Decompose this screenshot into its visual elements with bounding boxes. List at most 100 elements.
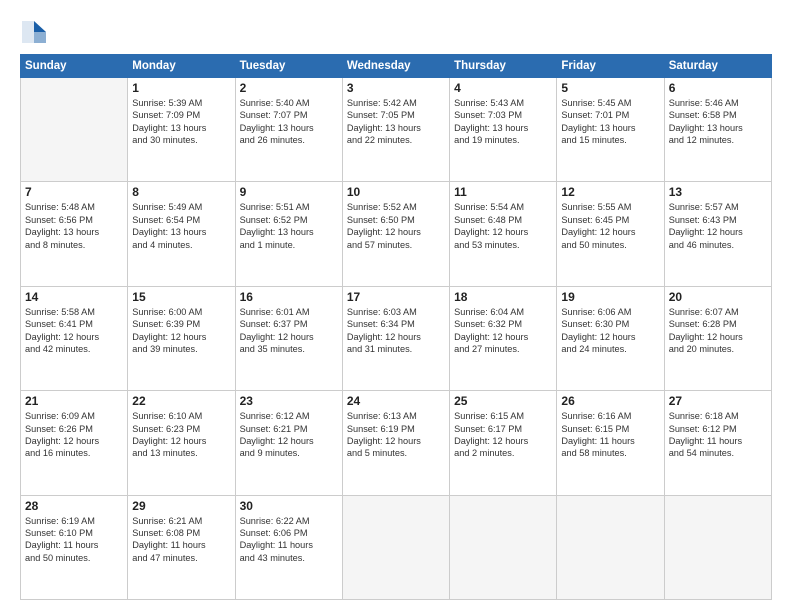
day-number: 3 <box>347 81 445 95</box>
calendar-cell <box>21 78 128 182</box>
day-number: 12 <box>561 185 659 199</box>
day-number: 24 <box>347 394 445 408</box>
day-info: Sunrise: 6:01 AM Sunset: 6:37 PM Dayligh… <box>240 306 338 356</box>
day-info: Sunrise: 5:48 AM Sunset: 6:56 PM Dayligh… <box>25 201 123 251</box>
calendar-header-monday: Monday <box>128 55 235 78</box>
calendar-cell: 27 Sunrise: 6:18 AM Sunset: 6:12 PM Dayli… <box>664 391 771 495</box>
day-number: 28 <box>25 499 123 513</box>
calendar-cell: 4Sunrise: 5:43 AM Sunset: 7:03 PM Daylig… <box>450 78 557 182</box>
day-info: Sunrise: 5:45 AM Sunset: 7:01 PM Dayligh… <box>561 97 659 147</box>
calendar-header-row: SundayMondayTuesdayWednesdayThursdayFrid… <box>21 55 772 78</box>
day-info: Sunrise: 6:16 AM Sunset: 6:15 PM Dayligh… <box>561 410 659 460</box>
calendar-header-thursday: Thursday <box>450 55 557 78</box>
day-number: 11 <box>454 185 552 199</box>
day-info: Sunrise: 6:21 AM Sunset: 6:08 PM Dayligh… <box>132 515 230 565</box>
day-number: 4 <box>454 81 552 95</box>
calendar-cell: 13 Sunrise: 5:57 AM Sunset: 6:43 PM Dayli… <box>664 182 771 286</box>
day-number: 26 <box>561 394 659 408</box>
day-number: 15 <box>132 290 230 304</box>
day-number: 18 <box>454 290 552 304</box>
day-info: Sunrise: 5:54 AM Sunset: 6:48 PM Dayligh… <box>454 201 552 251</box>
calendar-cell: 20 Sunrise: 6:07 AM Sunset: 6:28 PM Dayli… <box>664 286 771 390</box>
calendar-header-friday: Friday <box>557 55 664 78</box>
calendar-week-row: 14Sunrise: 5:58 AM Sunset: 6:41 PM Dayli… <box>21 286 772 390</box>
calendar-cell: 10 Sunrise: 5:52 AM Sunset: 6:50 PM Dayli… <box>342 182 449 286</box>
calendar-week-row: 28 Sunrise: 6:19 AM Sunset: 6:10 PM Dayli… <box>21 495 772 599</box>
day-number: 16 <box>240 290 338 304</box>
day-info: Sunrise: 5:58 AM Sunset: 6:41 PM Dayligh… <box>25 306 123 356</box>
day-number: 30 <box>240 499 338 513</box>
calendar-cell: 17 Sunrise: 6:03 AM Sunset: 6:34 PM Dayli… <box>342 286 449 390</box>
calendar-cell: 28 Sunrise: 6:19 AM Sunset: 6:10 PM Dayli… <box>21 495 128 599</box>
day-number: 2 <box>240 81 338 95</box>
day-number: 19 <box>561 290 659 304</box>
day-info: Sunrise: 6:15 AM Sunset: 6:17 PM Dayligh… <box>454 410 552 460</box>
calendar-cell: 26 Sunrise: 6:16 AM Sunset: 6:15 PM Dayli… <box>557 391 664 495</box>
calendar-cell: 9 Sunrise: 5:51 AM Sunset: 6:52 PM Daylig… <box>235 182 342 286</box>
day-number: 27 <box>669 394 767 408</box>
calendar-cell <box>450 495 557 599</box>
calendar-cell: 22Sunrise: 6:10 AM Sunset: 6:23 PM Dayli… <box>128 391 235 495</box>
logo-icon <box>20 18 48 46</box>
calendar-cell: 30Sunrise: 6:22 AM Sunset: 6:06 PM Dayli… <box>235 495 342 599</box>
day-info: Sunrise: 5:49 AM Sunset: 6:54 PM Dayligh… <box>132 201 230 251</box>
calendar-cell: 21 Sunrise: 6:09 AM Sunset: 6:26 PM Dayli… <box>21 391 128 495</box>
day-info: Sunrise: 6:07 AM Sunset: 6:28 PM Dayligh… <box>669 306 767 356</box>
calendar-week-row: 21 Sunrise: 6:09 AM Sunset: 6:26 PM Dayli… <box>21 391 772 495</box>
calendar-cell: 24 Sunrise: 6:13 AM Sunset: 6:19 PM Dayli… <box>342 391 449 495</box>
day-info: Sunrise: 5:55 AM Sunset: 6:45 PM Dayligh… <box>561 201 659 251</box>
logo <box>20 18 52 46</box>
calendar-cell: 19 Sunrise: 6:06 AM Sunset: 6:30 PM Dayli… <box>557 286 664 390</box>
day-info: Sunrise: 5:46 AM Sunset: 6:58 PM Dayligh… <box>669 97 767 147</box>
page: SundayMondayTuesdayWednesdayThursdayFrid… <box>0 0 792 612</box>
calendar-cell: 7 Sunrise: 5:48 AM Sunset: 6:56 PM Daylig… <box>21 182 128 286</box>
calendar-cell: 12 Sunrise: 5:55 AM Sunset: 6:45 PM Dayli… <box>557 182 664 286</box>
day-info: Sunrise: 5:42 AM Sunset: 7:05 PM Dayligh… <box>347 97 445 147</box>
calendar-header-saturday: Saturday <box>664 55 771 78</box>
calendar-header-wednesday: Wednesday <box>342 55 449 78</box>
calendar-cell: 5 Sunrise: 5:45 AM Sunset: 7:01 PM Daylig… <box>557 78 664 182</box>
day-info: Sunrise: 6:06 AM Sunset: 6:30 PM Dayligh… <box>561 306 659 356</box>
day-number: 17 <box>347 290 445 304</box>
day-number: 23 <box>240 394 338 408</box>
day-number: 6 <box>669 81 767 95</box>
calendar-week-row: 7 Sunrise: 5:48 AM Sunset: 6:56 PM Daylig… <box>21 182 772 286</box>
day-number: 20 <box>669 290 767 304</box>
day-number: 1 <box>132 81 230 95</box>
day-info: Sunrise: 6:19 AM Sunset: 6:10 PM Dayligh… <box>25 515 123 565</box>
calendar-cell <box>557 495 664 599</box>
day-info: Sunrise: 6:09 AM Sunset: 6:26 PM Dayligh… <box>25 410 123 460</box>
calendar-cell: 3 Sunrise: 5:42 AM Sunset: 7:05 PM Daylig… <box>342 78 449 182</box>
day-info: Sunrise: 6:00 AM Sunset: 6:39 PM Dayligh… <box>132 306 230 356</box>
calendar-cell: 2 Sunrise: 5:40 AM Sunset: 7:07 PM Daylig… <box>235 78 342 182</box>
calendar: SundayMondayTuesdayWednesdayThursdayFrid… <box>20 54 772 600</box>
day-number: 10 <box>347 185 445 199</box>
calendar-cell <box>664 495 771 599</box>
calendar-cell <box>342 495 449 599</box>
day-info: Sunrise: 6:13 AM Sunset: 6:19 PM Dayligh… <box>347 410 445 460</box>
calendar-header-sunday: Sunday <box>21 55 128 78</box>
calendar-cell: 18Sunrise: 6:04 AM Sunset: 6:32 PM Dayli… <box>450 286 557 390</box>
day-number: 9 <box>240 185 338 199</box>
day-number: 21 <box>25 394 123 408</box>
day-number: 25 <box>454 394 552 408</box>
calendar-cell: 16 Sunrise: 6:01 AM Sunset: 6:37 PM Dayli… <box>235 286 342 390</box>
day-number: 5 <box>561 81 659 95</box>
calendar-cell: 25 Sunrise: 6:15 AM Sunset: 6:17 PM Dayli… <box>450 391 557 495</box>
day-info: Sunrise: 6:18 AM Sunset: 6:12 PM Dayligh… <box>669 410 767 460</box>
day-info: Sunrise: 5:40 AM Sunset: 7:07 PM Dayligh… <box>240 97 338 147</box>
day-info: Sunrise: 5:39 AM Sunset: 7:09 PM Dayligh… <box>132 97 230 147</box>
day-number: 29 <box>132 499 230 513</box>
day-info: Sunrise: 5:57 AM Sunset: 6:43 PM Dayligh… <box>669 201 767 251</box>
day-number: 13 <box>669 185 767 199</box>
day-info: Sunrise: 5:51 AM Sunset: 6:52 PM Dayligh… <box>240 201 338 251</box>
calendar-cell: 1 Sunrise: 5:39 AM Sunset: 7:09 PM Daylig… <box>128 78 235 182</box>
day-info: Sunrise: 6:12 AM Sunset: 6:21 PM Dayligh… <box>240 410 338 460</box>
day-info: Sunrise: 5:52 AM Sunset: 6:50 PM Dayligh… <box>347 201 445 251</box>
day-info: Sunrise: 6:03 AM Sunset: 6:34 PM Dayligh… <box>347 306 445 356</box>
calendar-header-tuesday: Tuesday <box>235 55 342 78</box>
calendar-cell: 15 Sunrise: 6:00 AM Sunset: 6:39 PM Dayli… <box>128 286 235 390</box>
day-number: 7 <box>25 185 123 199</box>
calendar-cell: 6 Sunrise: 5:46 AM Sunset: 6:58 PM Daylig… <box>664 78 771 182</box>
calendar-week-row: 1 Sunrise: 5:39 AM Sunset: 7:09 PM Daylig… <box>21 78 772 182</box>
